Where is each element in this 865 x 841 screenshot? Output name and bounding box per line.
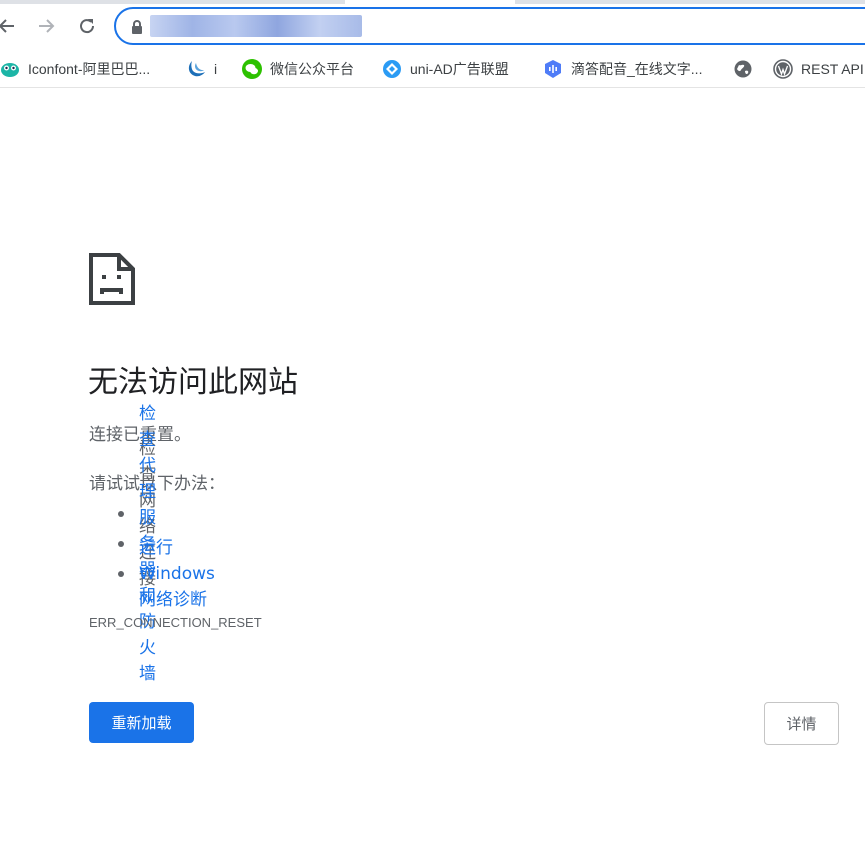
address-bar[interactable]	[114, 7, 865, 45]
error-code: ERR_CONNECTION_RESET	[89, 615, 262, 630]
page-title: 无法访问此网站	[88, 365, 298, 400]
bookmarks-bar: Iconfont-阿里巴巴... i 微信公众平台 uni-AD广告联盟 滴答配…	[0, 50, 865, 88]
sad-page-icon	[89, 253, 135, 305]
bookmark-iconfont[interactable]: Iconfont-阿里巴巴...	[0, 56, 150, 82]
forward-button[interactable]	[33, 13, 59, 39]
reload-button[interactable]: 重新加载	[89, 702, 194, 743]
globe-icon	[734, 60, 752, 78]
address-text[interactable]	[150, 15, 362, 37]
active-tab-notch	[345, 0, 515, 4]
jquery-icon	[188, 61, 205, 77]
bookmark-label: uni-AD广告联盟	[410, 61, 509, 77]
bullet-icon	[118, 511, 124, 517]
reload-icon	[80, 19, 95, 34]
bookmark-uni-ad[interactable]: uni-AD广告联盟	[382, 56, 509, 82]
bookmark-voice[interactable]: 滴答配音_在线文字...	[543, 56, 702, 82]
reload-page-button[interactable]	[74, 13, 100, 39]
bullet-icon	[118, 571, 124, 577]
bookmark-label: 微信公众平台	[270, 61, 354, 77]
bookmark-label: 滴答配音_在线文字...	[571, 61, 703, 77]
voice-icon	[545, 60, 561, 78]
wordpress-icon	[773, 59, 793, 79]
details-button[interactable]: 详情	[764, 702, 839, 745]
bookmark-label: Iconfont-阿里巴巴...	[28, 61, 151, 77]
bookmark-jquery[interactable]: i	[186, 56, 217, 82]
bookmark-label: i	[214, 61, 218, 77]
run-diagnostics-link[interactable]: 运行 Windows 网络诊断	[139, 535, 215, 613]
wechat-icon	[242, 59, 262, 79]
uni-ad-icon	[383, 60, 401, 78]
tab-strip-edge	[0, 0, 865, 4]
iconfont-icon	[1, 63, 19, 77]
back-button[interactable]	[0, 13, 20, 39]
bullet-icon	[118, 541, 124, 547]
arrow-right-icon	[39, 19, 55, 33]
lock-icon[interactable]	[130, 19, 144, 35]
arrow-left-icon	[0, 19, 14, 33]
bookmark-rest-api[interactable]: REST API	[773, 56, 864, 82]
browser-toolbar	[0, 0, 865, 50]
suggestion-run-diagnostics: 运行 Windows 网络诊断	[118, 538, 215, 610]
bookmark-wechat[interactable]: 微信公众平台	[242, 56, 354, 82]
bookmark-globe[interactable]	[733, 56, 761, 82]
try-label: 请试试以下办法：	[89, 474, 225, 494]
bookmark-label: REST API	[801, 61, 864, 77]
